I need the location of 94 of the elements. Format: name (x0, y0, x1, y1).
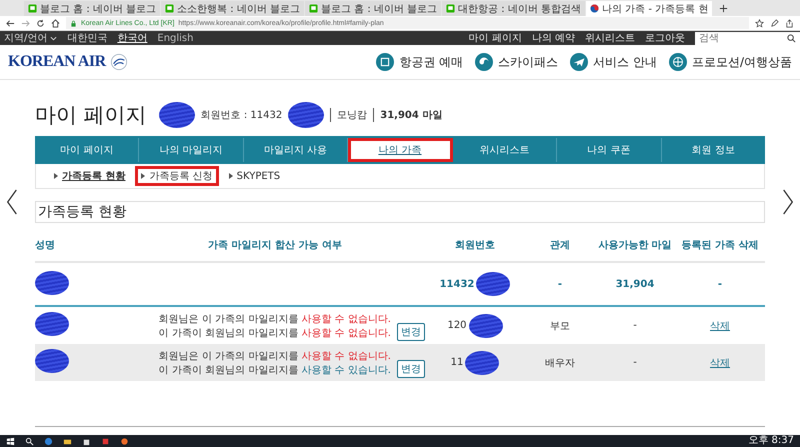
delete-link[interactable]: 삭제 (710, 358, 730, 368)
language-link[interactable]: English (157, 32, 194, 44)
nav-tab[interactable]: 위시리스트 (452, 138, 558, 162)
account-link[interactable]: 나의 예약 (532, 31, 575, 45)
header-nav-link[interactable]: 스카이패스 (475, 53, 558, 71)
sub-tab[interactable]: SKYPETS (224, 168, 284, 184)
search-field[interactable]: 검색 (695, 32, 800, 44)
region-selector[interactable]: 지역/언어 (4, 31, 48, 45)
relation-cell-text: - (556, 278, 564, 290)
redaction-scribble (35, 349, 69, 373)
app-icon[interactable] (120, 436, 129, 446)
section-title: 가족등록 현황 (35, 201, 765, 223)
account-link[interactable]: 마이 페이지 (468, 31, 522, 45)
logo-wordmark[interactable]: KOREAN AIR (8, 53, 106, 71)
airplane-icon (570, 53, 588, 71)
member-number-cell: 11432 (440, 278, 474, 290)
lock-icon (70, 20, 77, 26)
change-button[interactable]: 변경 (397, 360, 425, 378)
taeguk-favicon-icon (590, 4, 599, 13)
redaction-scribble (35, 270, 69, 294)
member-number-cell: 11 (450, 357, 464, 368)
relation-cell-text: 배우자 (544, 356, 576, 370)
taskbar-clock: 오후 8:37 (748, 435, 794, 447)
relation-cell-text: 부모 (549, 320, 571, 332)
blog-favicon-icon (28, 4, 37, 13)
country-link[interactable]: 대한민국 (67, 31, 108, 45)
redaction-scribble (288, 102, 324, 128)
permission-text: 이 가족이 회원님의 마일리지를 사용할 수 있습니다. (158, 364, 391, 376)
browser-tab[interactable]: 소소한행복 : 네이버 블로그 (161, 1, 304, 16)
column-header: 사용가능한 마일 (597, 239, 673, 252)
redaction-scribble (476, 272, 510, 296)
browser-tab[interactable]: 블로그 홈 : 네이버 블로그 (24, 1, 160, 16)
search-icon[interactable] (787, 34, 796, 42)
page-title: 마이 페이지 (35, 102, 147, 129)
refresh-icon[interactable] (36, 18, 45, 28)
blog-favicon-icon (165, 4, 174, 13)
redaction-scribble (468, 314, 503, 338)
back-arrow-icon[interactable] (6, 18, 15, 28)
home-icon[interactable] (51, 18, 60, 28)
mileage-total: 31,904 마일 (380, 109, 442, 122)
calendar-icon (376, 53, 394, 71)
miles-cell-text: 31,904 (614, 278, 656, 290)
pen-icon[interactable] (770, 18, 779, 28)
folder-icon[interactable] (63, 436, 72, 446)
column-header: 관계 (549, 239, 571, 252)
bullet-icon (228, 173, 233, 179)
circle-swirl-logo-icon (110, 53, 128, 71)
account-link[interactable]: 로그아웃 (645, 31, 685, 45)
account-link[interactable]: 위시리스트 (585, 31, 635, 45)
redaction-scribble (158, 102, 195, 128)
search-icon[interactable] (25, 436, 34, 446)
permission-text: 회원님은 이 가족의 마일리지를 사용할 수 없습니다. (158, 312, 391, 326)
nav-tab[interactable]: 나의 쿠폰 (557, 138, 662, 162)
bullet-icon (54, 173, 58, 179)
browser-tab[interactable]: 대한항공 : 네이버 통합검색 (442, 1, 585, 16)
blog-favicon-icon (446, 4, 456, 13)
nav-tab[interactable]: 나의 가족 (348, 138, 453, 162)
permission-text: 회원님은 이 가족의 마일리지를 사용할 수 없습니다. (158, 350, 391, 362)
member-tier-label: 모닝캄 (337, 109, 368, 122)
browser-tab[interactable]: 블로그 홈 : 네이버 블로그 (305, 1, 442, 16)
redaction-scribble (35, 312, 69, 336)
caret-icon[interactable] (50, 36, 58, 40)
language-link[interactable]: 한국어 (117, 31, 148, 45)
miles-cell-text: - (632, 320, 638, 331)
column-header: 회원번호 (454, 239, 496, 252)
redaction-scribble (465, 350, 500, 374)
browser-tab[interactable]: 나의 가족 - 가족등록 현 (586, 1, 712, 16)
app-icon[interactable] (101, 436, 110, 446)
miles-cell-text: - (632, 357, 638, 368)
globe-icon (668, 53, 687, 71)
nav-tab[interactable]: 회원 정보 (662, 138, 765, 162)
sub-tab[interactable]: 가족등록 현황 (50, 167, 130, 185)
favorite-star-icon[interactable] (755, 18, 764, 28)
new-tab-icon[interactable] (719, 4, 728, 13)
column-header: 가족 마일리지 합산 가능 여부 (207, 239, 343, 252)
nav-tab[interactable]: 나의 마일리지 (139, 138, 244, 162)
permission-text: 이 가족이 회원님의 마일리지를 사용할 수 없습니다. (158, 326, 391, 340)
header-nav-link[interactable]: 서비스 안내 (570, 53, 657, 71)
member-number-cell: 120 (447, 320, 467, 331)
delete-cell: - (718, 278, 722, 290)
sub-tab[interactable]: 가족등록 신청 (135, 166, 219, 186)
swirl-icon (475, 53, 494, 71)
column-header: 성명 (35, 239, 56, 252)
bullet-icon (141, 173, 146, 179)
header-nav-link[interactable]: 항공권 예매 (376, 53, 464, 71)
share-icon[interactable] (785, 18, 794, 28)
header-nav-link[interactable]: 프로모션/여행상품 (668, 53, 792, 71)
blog-favicon-icon (309, 4, 318, 13)
change-button[interactable]: 변경 (397, 322, 425, 340)
member-number: 회원번호 : 11432 (200, 109, 282, 122)
windows-start-icon[interactable] (6, 436, 15, 446)
nav-tab[interactable]: 마이 페이지 (35, 138, 140, 162)
column-header: 등록된 가족 삭제 (680, 239, 760, 252)
delete-link[interactable]: 삭제 (710, 320, 730, 332)
